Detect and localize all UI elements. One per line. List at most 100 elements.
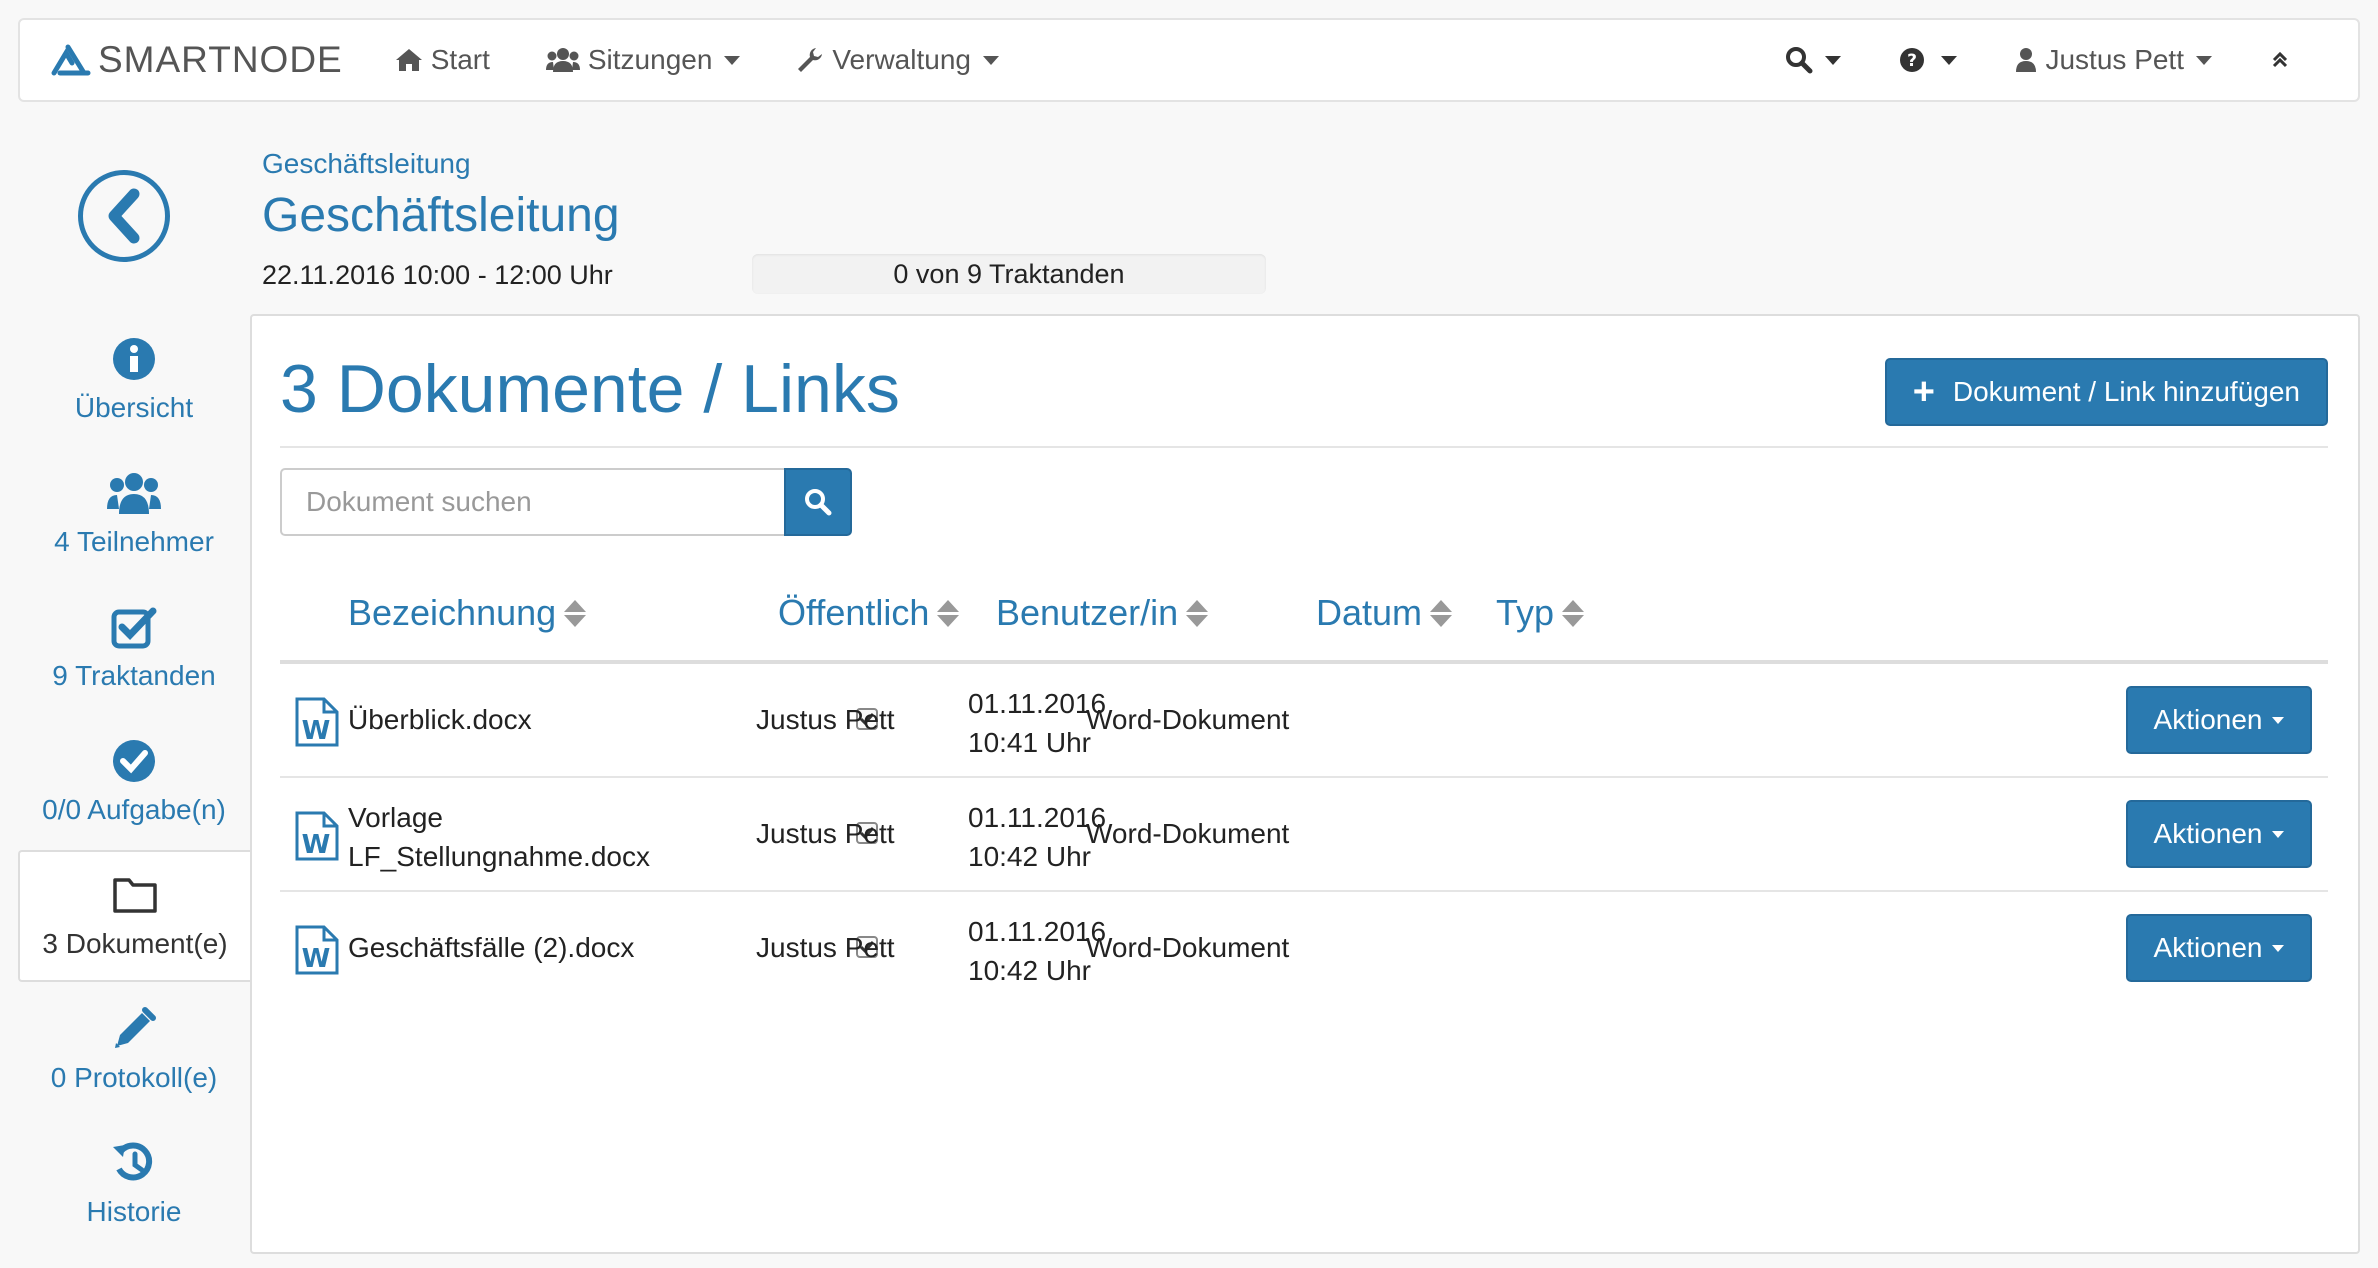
home-icon [395, 49, 422, 71]
meeting-datetime: 22.11.2016 10:00 - 12:00 Uhr [262, 260, 613, 290]
document-user: Justus Pett [756, 704, 895, 735]
pencil-icon [115, 1007, 156, 1048]
chevron-down-icon [1825, 55, 1842, 65]
chevron-down-icon [2196, 55, 2212, 65]
sidebar-item-label: Historie [86, 1196, 182, 1227]
sort-icon [564, 599, 587, 627]
collapse-button[interactable] [2270, 50, 2298, 70]
nav-start[interactable]: Start [395, 44, 490, 76]
document-type: Word-Dokument [1086, 818, 1290, 849]
sidebar-item-label: 0/0 Aufgabe(n) [42, 794, 226, 825]
sidebar-item-dokumente[interactable]: 3 Dokument(e) [18, 850, 250, 982]
checkbox-icon [111, 607, 157, 649]
sidebar-item-label: 4 Teilnehmer [54, 526, 214, 557]
svg-text:W: W [302, 830, 331, 860]
word-file-icon: W [295, 697, 339, 747]
document-name-line: Geschäftsfälle (2).docx [348, 932, 635, 963]
column-header-label: Typ [1496, 592, 1555, 633]
document-name[interactable]: Vorlage LF_Stellungnahme.docx [348, 798, 650, 876]
search-group [280, 468, 852, 536]
help-dropdown[interactable]: ? [1899, 47, 1958, 73]
actions-dropdown-button[interactable]: Aktionen [2126, 914, 2312, 982]
document-name[interactable]: Überblick.docx [348, 704, 532, 736]
sort-icon [1186, 599, 1209, 627]
chevron-down-icon [2272, 716, 2285, 724]
documents-title: 3 Dokumente / Links [280, 351, 900, 427]
user-menu[interactable]: Justus Pett [2015, 44, 2212, 76]
sidebar-item-uebersicht[interactable]: Übersicht [18, 334, 250, 424]
column-header-label: Datum [1316, 592, 1423, 633]
history-icon [113, 1142, 153, 1181]
chevron-down-icon [2272, 944, 2285, 952]
column-header-oeffentlich[interactable]: Öffentlich [778, 592, 960, 634]
sidebar-item-protokolle[interactable]: 0 Protokoll(e) [18, 1004, 250, 1094]
chevron-down-icon [982, 55, 999, 65]
chevron-down-icon [2272, 830, 2285, 838]
sidebar-item-label: 0 Protokoll(e) [50, 1062, 218, 1093]
chevron-down-icon [1941, 55, 1958, 65]
smartnode-logo-icon [51, 44, 91, 76]
column-header-benutzer[interactable]: Benutzer/in [996, 592, 1209, 634]
plus-icon: + [1912, 371, 1935, 413]
top-navbar: SMARTNODE Start Sitzungen Verwaltung ? J… [18, 18, 2360, 102]
add-document-label: Dokument / Link hinzufügen [1952, 376, 2300, 407]
document-user: Justus Pett [756, 818, 895, 849]
add-document-button[interactable]: + Dokument / Link hinzufügen [1884, 358, 2328, 426]
svg-text:W: W [302, 944, 331, 974]
sidebar-item-aufgaben[interactable]: 0/0 Aufgabe(n) [18, 736, 250, 826]
document-type: Word-Dokument [1086, 704, 1290, 735]
nav-verwaltung-label: Verwaltung [832, 44, 971, 75]
sidebar-item-label: Übersicht [74, 392, 194, 423]
column-header-label: Öffentlich [778, 592, 930, 633]
actions-label: Aktionen [2153, 704, 2263, 735]
svg-text:?: ? [1908, 51, 1918, 71]
sort-icon [1562, 599, 1585, 627]
table-row: W Geschäftsfälle (2).docx Justus Pett 01… [280, 892, 2328, 1006]
search-button[interactable] [784, 468, 852, 536]
nav-sitzungen[interactable]: Sitzungen [545, 44, 741, 76]
search-input[interactable] [280, 468, 784, 536]
actions-dropdown-button[interactable]: Aktionen [2126, 686, 2312, 754]
nav-verwaltung[interactable]: Verwaltung [796, 44, 999, 76]
document-name-line: Vorlage [348, 802, 443, 833]
actions-dropdown-button[interactable]: Aktionen [2126, 800, 2312, 868]
sidebar-item-label: 9 Traktanden [52, 660, 216, 691]
check-circle-icon [113, 740, 155, 782]
back-button[interactable] [78, 170, 170, 262]
word-file-icon: W [295, 811, 339, 861]
document-type: Word-Dokument [1086, 932, 1290, 963]
user-icon [2016, 48, 2037, 72]
info-icon [113, 338, 155, 380]
breadcrumb[interactable]: Geschäftsleitung [262, 148, 471, 180]
users-icon [107, 473, 161, 514]
sidebar-item-label: 3 Dokument(e) [42, 928, 228, 959]
column-header-label: Benutzer/in [996, 592, 1179, 633]
table-row: W Überblick.docx Justus Pett 01.11.2016 … [280, 664, 2328, 778]
divider [280, 446, 2328, 448]
chevron-left-icon [108, 188, 140, 244]
document-name-line: LF_Stellungnahme.docx [348, 841, 650, 872]
actions-label: Aktionen [2153, 818, 2263, 849]
column-header-bezeichnung[interactable]: Bezeichnung [348, 592, 587, 634]
document-name[interactable]: Geschäftsfälle (2).docx [348, 932, 634, 964]
brand-logo[interactable]: SMARTNODE [50, 39, 343, 81]
help-icon: ? [1900, 48, 1925, 72]
sort-icon [1430, 599, 1453, 627]
sort-icon [937, 599, 960, 627]
sidebar-item-traktanden[interactable]: 9 Traktanden [18, 602, 250, 692]
column-header-datum[interactable]: Datum [1316, 592, 1453, 634]
search-dropdown[interactable] [1785, 46, 1842, 74]
user-name: Justus Pett [2045, 44, 2184, 75]
documents-panel: 3 Dokumente / Links + Dokument / Link hi… [250, 314, 2360, 1254]
wrench-icon [798, 48, 823, 72]
document-user: Justus Pett [756, 932, 895, 963]
sidebar-item-teilnehmer[interactable]: 4 Teilnehmer [18, 468, 250, 558]
table-row: W Vorlage LF_Stellungnahme.docx Justus P… [280, 778, 2328, 892]
page-title: Geschäftsleitung [262, 189, 620, 242]
column-header-label: Bezeichnung [348, 592, 557, 633]
column-header-typ[interactable]: Typ [1496, 592, 1585, 634]
folder-icon [113, 878, 157, 913]
sidebar-item-historie[interactable]: Historie [18, 1138, 250, 1228]
users-icon [545, 48, 580, 72]
brand-name: SMARTNODE [98, 39, 343, 80]
